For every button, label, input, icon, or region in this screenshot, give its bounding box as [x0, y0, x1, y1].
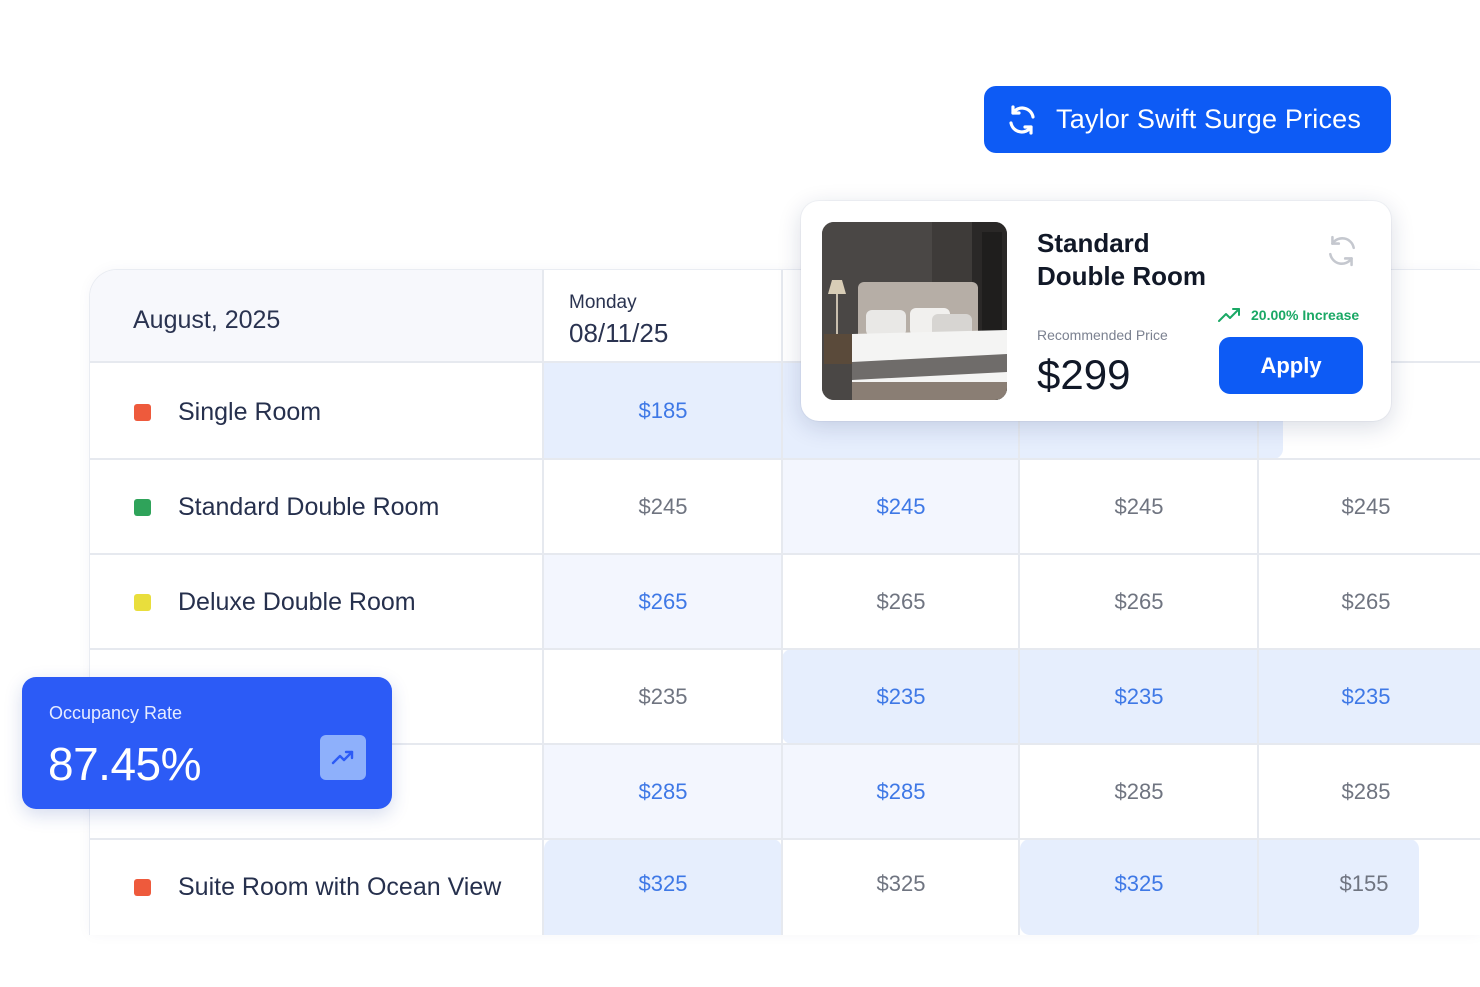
room-color-dot — [134, 499, 151, 516]
surge-prices-label: Taylor Swift Surge Prices — [1056, 104, 1362, 134]
price-cell[interactable]: $235 — [1020, 649, 1258, 744]
price-cell[interactable]: $235 — [1258, 649, 1474, 744]
room-color-dot — [134, 404, 151, 421]
recommended-room-title: Standard Double Room — [1037, 227, 1206, 293]
price-cell[interactable]: $265 — [1020, 554, 1258, 649]
price-cell[interactable]: $325 — [1020, 839, 1258, 929]
refresh-icon[interactable] — [1325, 234, 1359, 273]
recommended-price: $299 — [1037, 351, 1131, 398]
recommended-price-label: Recommended Price — [1037, 327, 1168, 343]
room-row-standard-double[interactable]: Standard Double Room — [134, 493, 439, 522]
room-name: Deluxe Double Room — [178, 588, 416, 616]
price-cell[interactable]: $265 — [1258, 554, 1474, 649]
price-cell[interactable]: $245 — [544, 459, 782, 554]
room-name: Single Room — [178, 398, 322, 426]
occupancy-title: Occupancy Rate — [49, 703, 183, 723]
price-cell[interactable]: $265 — [544, 554, 782, 649]
increase-indicator: 20.00% Increase — [1217, 306, 1359, 324]
refresh-icon — [1006, 104, 1038, 136]
room-title-line: Standard — [1037, 228, 1150, 258]
apply-button[interactable]: Apply — [1219, 337, 1363, 394]
price-recommendation-card: Standard Double Room 20.00% Increase Rec… — [801, 201, 1391, 421]
month-label: August, 2025 — [133, 306, 281, 334]
room-row-suite-ocean-view[interactable]: Suite Room with Ocean View — [134, 873, 501, 902]
price-cell[interactable]: $155 — [1258, 839, 1470, 929]
surge-prices-button[interactable]: Taylor Swift Surge Prices — [984, 86, 1391, 153]
room-photo — [822, 222, 1007, 400]
trend-up-icon[interactable] — [320, 735, 366, 780]
room-color-dot — [134, 879, 151, 896]
day-name: Monday — [569, 292, 637, 313]
occupancy-card: Occupancy Rate 87.45% — [22, 677, 392, 809]
room-row-single[interactable]: Single Room — [134, 398, 321, 427]
trend-up-icon — [1218, 308, 1240, 322]
price-cell[interactable]: $325 — [544, 839, 782, 929]
occupancy-value: 87.45% — [48, 738, 202, 790]
room-name: Standard Double Room — [178, 493, 440, 521]
price-cell[interactable]: $245 — [1258, 459, 1474, 554]
price-cell[interactable]: $285 — [1258, 744, 1474, 839]
price-cell[interactable]: $285 — [1020, 744, 1258, 839]
price-cell[interactable]: $245 — [1020, 459, 1258, 554]
price-cell[interactable]: $185 — [544, 363, 782, 459]
room-row-deluxe-double[interactable]: Deluxe Double Room — [134, 588, 416, 617]
price-cell[interactable]: $245 — [782, 459, 1020, 554]
price-cell[interactable]: $235 — [782, 649, 1020, 744]
price-cell[interactable]: $285 — [544, 744, 782, 839]
price-cell[interactable]: $235 — [544, 649, 782, 744]
room-color-dot — [134, 594, 151, 611]
day-date: 08/11/25 — [569, 318, 669, 348]
price-cell[interactable]: $265 — [782, 554, 1020, 649]
room-title-line: Double Room — [1037, 261, 1206, 291]
price-cell[interactable]: $325 — [782, 839, 1020, 929]
price-cell[interactable]: $285 — [782, 744, 1020, 839]
room-name: Suite Room with Ocean View — [178, 873, 502, 901]
increase-text: 20.00% Increase — [1251, 307, 1360, 323]
